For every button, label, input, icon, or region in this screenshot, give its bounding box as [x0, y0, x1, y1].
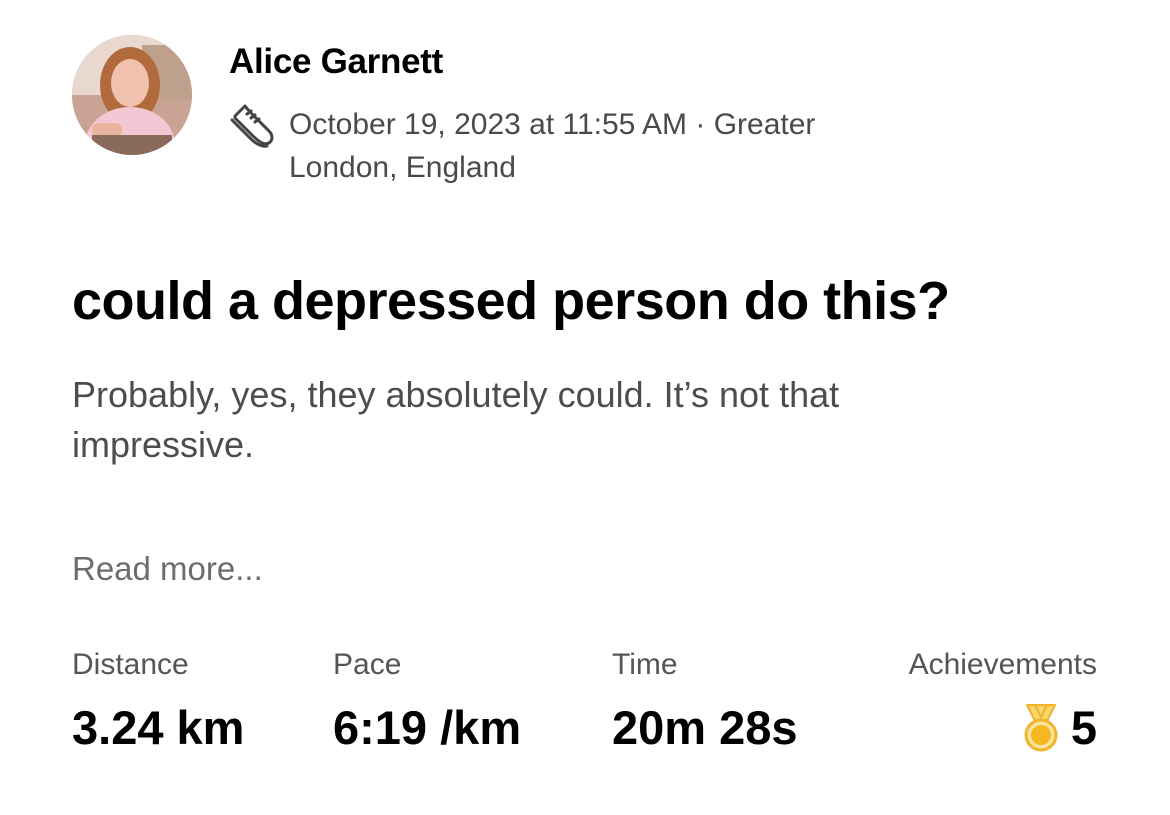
pace-value: 6:19 /km [333, 701, 522, 754]
athlete-name[interactable]: Alice Garnett [229, 42, 443, 82]
activity-date-location: October 19, 2023 at 11:55 AM · Greater L… [289, 108, 816, 184]
time-value: 20m 28s [612, 701, 798, 754]
running-shoe-icon [230, 104, 274, 148]
achievements-label: Achievements [908, 648, 1097, 681]
achievements-value: 5 [1070, 701, 1097, 754]
activity-title[interactable]: could a depressed person do this? [72, 270, 950, 332]
distance-value: 3.24 km [72, 701, 245, 754]
achievements-stat[interactable]: 5 [1021, 700, 1097, 755]
avatar-photo [72, 35, 192, 155]
athlete-avatar[interactable] [72, 35, 192, 155]
distance-label: Distance [72, 648, 189, 681]
read-more-link[interactable]: Read more... [72, 550, 263, 588]
time-label: Time [612, 648, 678, 681]
medal-icon [1024, 703, 1058, 751]
pace-label: Pace [333, 648, 402, 681]
activity-description: Probably, yes, they absolutely could. It… [72, 374, 840, 465]
